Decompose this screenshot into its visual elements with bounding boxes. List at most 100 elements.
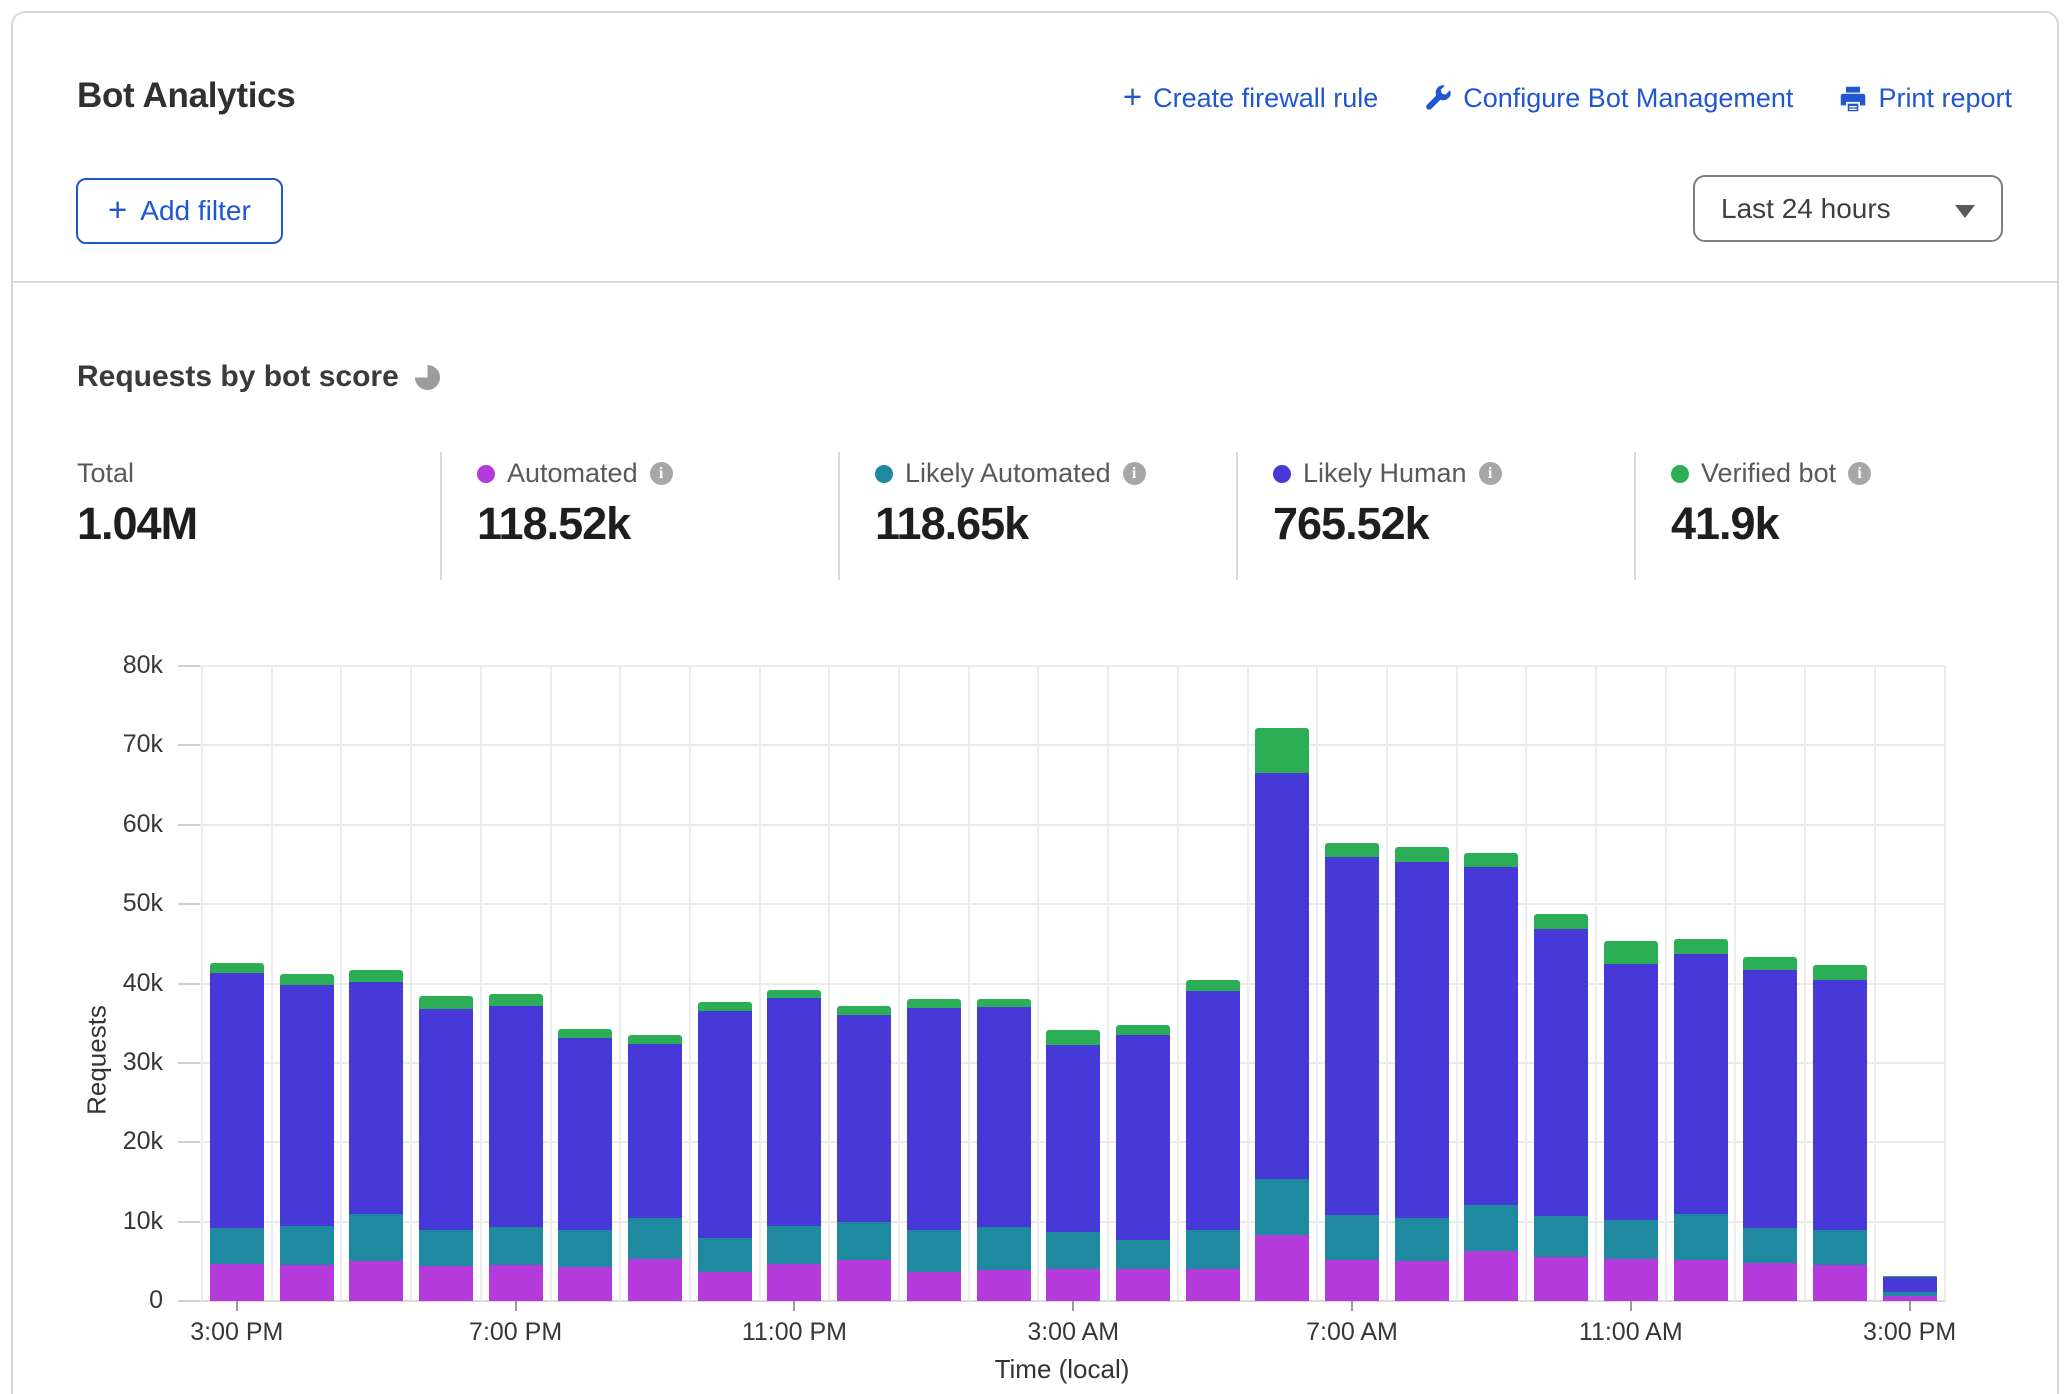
configure-bot-management-label: Configure Bot Management: [1463, 83, 1793, 114]
bar-segment-automated: [1534, 1257, 1588, 1301]
v-gridline: [1386, 666, 1388, 1301]
info-icon[interactable]: i: [1848, 462, 1871, 485]
y-tick-label: 20k: [53, 1127, 163, 1156]
y-tick-label: 50k: [53, 889, 163, 918]
bar-segment-likely-human: [837, 1015, 891, 1222]
create-firewall-rule-link[interactable]: + Create firewall rule: [1123, 82, 1378, 115]
bar: [907, 999, 961, 1301]
bar-segment-likely-automated: [628, 1218, 682, 1259]
v-gridline: [619, 666, 621, 1301]
bar-segment-verified-bot: [837, 1006, 891, 1016]
v-gridline: [1525, 666, 1527, 1301]
stat-likely-human: Likely Human i: [1273, 458, 1502, 489]
v-gridline: [340, 666, 342, 1301]
bar-segment-automated: [837, 1260, 891, 1301]
bar-segment-automated: [1813, 1265, 1867, 1301]
stat-verified-bot-value: 41.9k: [1671, 498, 1779, 550]
bar-segment-verified-bot: [698, 1002, 752, 1012]
bar-segment-verified-bot: [977, 999, 1031, 1008]
time-range-select[interactable]: Last 24 hours: [1693, 175, 2003, 242]
x-tick-label: 3:00 PM: [1863, 1318, 1956, 1347]
bar-segment-automated: [628, 1259, 682, 1301]
stat-separator: [1236, 452, 1238, 580]
bar: [1325, 843, 1379, 1301]
bar-segment-likely-automated: [698, 1238, 752, 1271]
bar: [1255, 728, 1309, 1301]
bar-segment-automated: [1604, 1259, 1658, 1301]
v-gridline: [1874, 666, 1876, 1301]
bar: [1186, 980, 1240, 1301]
print-report-label: Print report: [1878, 83, 2012, 114]
bar-segment-likely-automated: [1116, 1240, 1170, 1269]
add-filter-button[interactable]: + Add filter: [76, 178, 283, 244]
bar-segment-likely-automated: [558, 1230, 612, 1267]
bar-segment-likely-automated: [837, 1222, 891, 1259]
x-tick-label: 3:00 AM: [1027, 1318, 1119, 1347]
bar-segment-verified-bot: [1255, 728, 1309, 773]
page-title: Bot Analytics: [77, 76, 295, 116]
bar-segment-likely-human: [698, 1011, 752, 1238]
bar-segment-automated: [977, 1270, 1031, 1301]
bar-segment-likely-human: [1674, 954, 1728, 1214]
v-gridline: [1316, 666, 1318, 1301]
y-tick-label: 40k: [53, 969, 163, 998]
bar-segment-verified-bot: [907, 999, 961, 1008]
print-report-link[interactable]: Print report: [1839, 83, 2012, 114]
header-actions: + Create firewall rule Configure Bot Man…: [1123, 82, 2012, 115]
bar: [1883, 1276, 1937, 1301]
bar-segment-likely-automated: [1674, 1214, 1728, 1260]
bar-segment-automated: [1743, 1263, 1797, 1301]
info-icon[interactable]: i: [1123, 462, 1146, 485]
bar-segment-likely-automated: [1395, 1218, 1449, 1260]
bar-segment-verified-bot: [628, 1035, 682, 1044]
bar-segment-automated: [349, 1261, 403, 1301]
v-gridline: [1037, 666, 1039, 1301]
bar-segment-likely-human: [907, 1008, 961, 1230]
bar-segment-verified-bot: [1674, 939, 1728, 954]
bar: [1046, 1030, 1100, 1301]
bar: [1395, 847, 1449, 1301]
h-gridline: [178, 903, 1946, 905]
y-tick-label: 70k: [53, 730, 163, 759]
bar-segment-likely-automated: [349, 1214, 403, 1262]
x-tick: [1351, 1301, 1353, 1311]
bar: [280, 974, 334, 1301]
bar-segment-verified-bot: [1813, 965, 1867, 980]
info-icon[interactable]: i: [650, 462, 673, 485]
bar-segment-verified-bot: [1534, 914, 1588, 929]
bar-segment-likely-human: [628, 1044, 682, 1218]
stat-automated: Automated i: [477, 458, 673, 489]
bar: [1674, 939, 1728, 1301]
bar-segment-likely-automated: [419, 1230, 473, 1267]
bar-segment-likely-automated: [1743, 1228, 1797, 1263]
bar-segment-likely-human: [1883, 1277, 1937, 1292]
configure-bot-management-link[interactable]: Configure Bot Management: [1424, 83, 1793, 114]
v-gridline: [410, 666, 412, 1301]
bar-segment-verified-bot: [1464, 853, 1518, 866]
bar-segment-likely-human: [1325, 857, 1379, 1215]
v-gridline: [271, 666, 273, 1301]
x-tick: [1630, 1301, 1632, 1311]
bar-segment-likely-automated: [1186, 1230, 1240, 1270]
verified-bot-legend-dot: [1671, 465, 1689, 483]
bar-segment-automated: [1046, 1269, 1100, 1301]
stat-likely-automated-label: Likely Automated: [905, 458, 1111, 489]
bar: [489, 994, 543, 1301]
info-icon[interactable]: i: [1479, 462, 1502, 485]
bar-segment-automated: [558, 1267, 612, 1301]
y-tick: [178, 744, 200, 746]
stat-separator: [838, 452, 840, 580]
bar-segment-automated: [767, 1264, 821, 1301]
x-tick-label: 11:00 PM: [742, 1318, 847, 1347]
bar: [1813, 965, 1867, 1301]
bar: [977, 999, 1031, 1301]
y-tick: [178, 1221, 200, 1223]
v-gridline: [828, 666, 830, 1301]
stat-automated-value: 118.52k: [477, 498, 630, 550]
bar-segment-likely-automated: [1255, 1179, 1309, 1235]
bar: [767, 990, 821, 1301]
bar-segment-likely-human: [489, 1006, 543, 1227]
x-tick-label: 7:00 AM: [1306, 1318, 1398, 1347]
bar-segment-likely-automated: [767, 1226, 821, 1263]
bar-segment-likely-automated: [1325, 1215, 1379, 1260]
